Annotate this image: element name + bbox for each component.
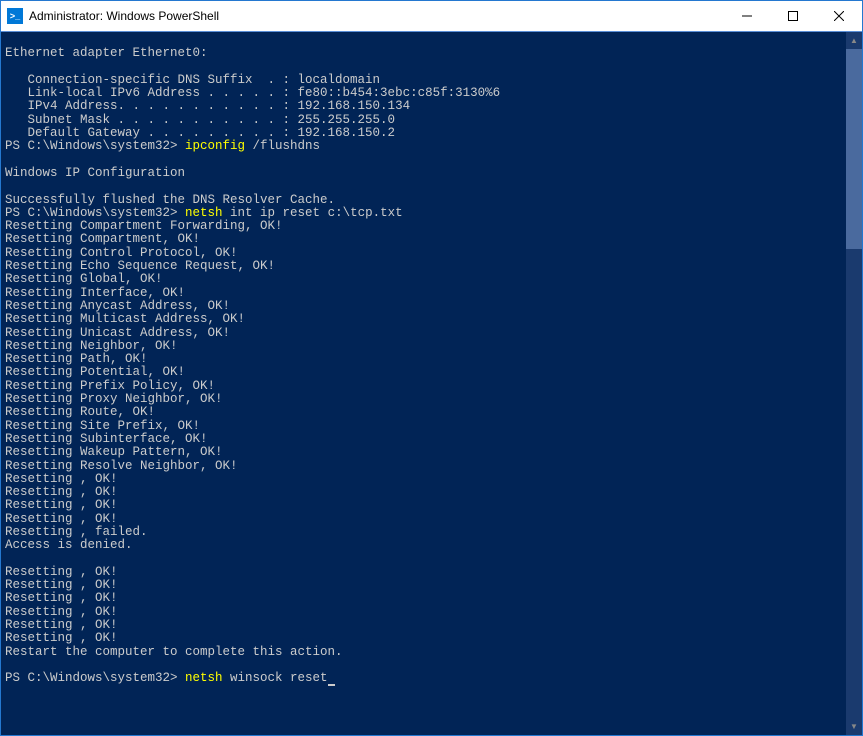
scroll-down-arrow[interactable]: ▼ <box>846 718 862 735</box>
scroll-up-arrow[interactable]: ▲ <box>846 32 862 49</box>
window-title: Administrator: Windows PowerShell <box>29 9 724 23</box>
powershell-icon: >_ <box>7 8 23 24</box>
maximize-button[interactable] <box>770 1 816 31</box>
minimize-button[interactable] <box>724 1 770 31</box>
scroll-thumb[interactable] <box>846 49 862 249</box>
window-titlebar: >_ Administrator: Windows PowerShell <box>1 1 862 31</box>
close-button[interactable] <box>816 1 862 31</box>
terminal-output[interactable]: Ethernet adapter Ethernet0: Connection-s… <box>1 32 846 735</box>
terminal-area: Ethernet adapter Ethernet0: Connection-s… <box>1 32 862 735</box>
window-controls <box>724 1 862 31</box>
vertical-scrollbar[interactable]: ▲ ▼ <box>846 32 862 735</box>
